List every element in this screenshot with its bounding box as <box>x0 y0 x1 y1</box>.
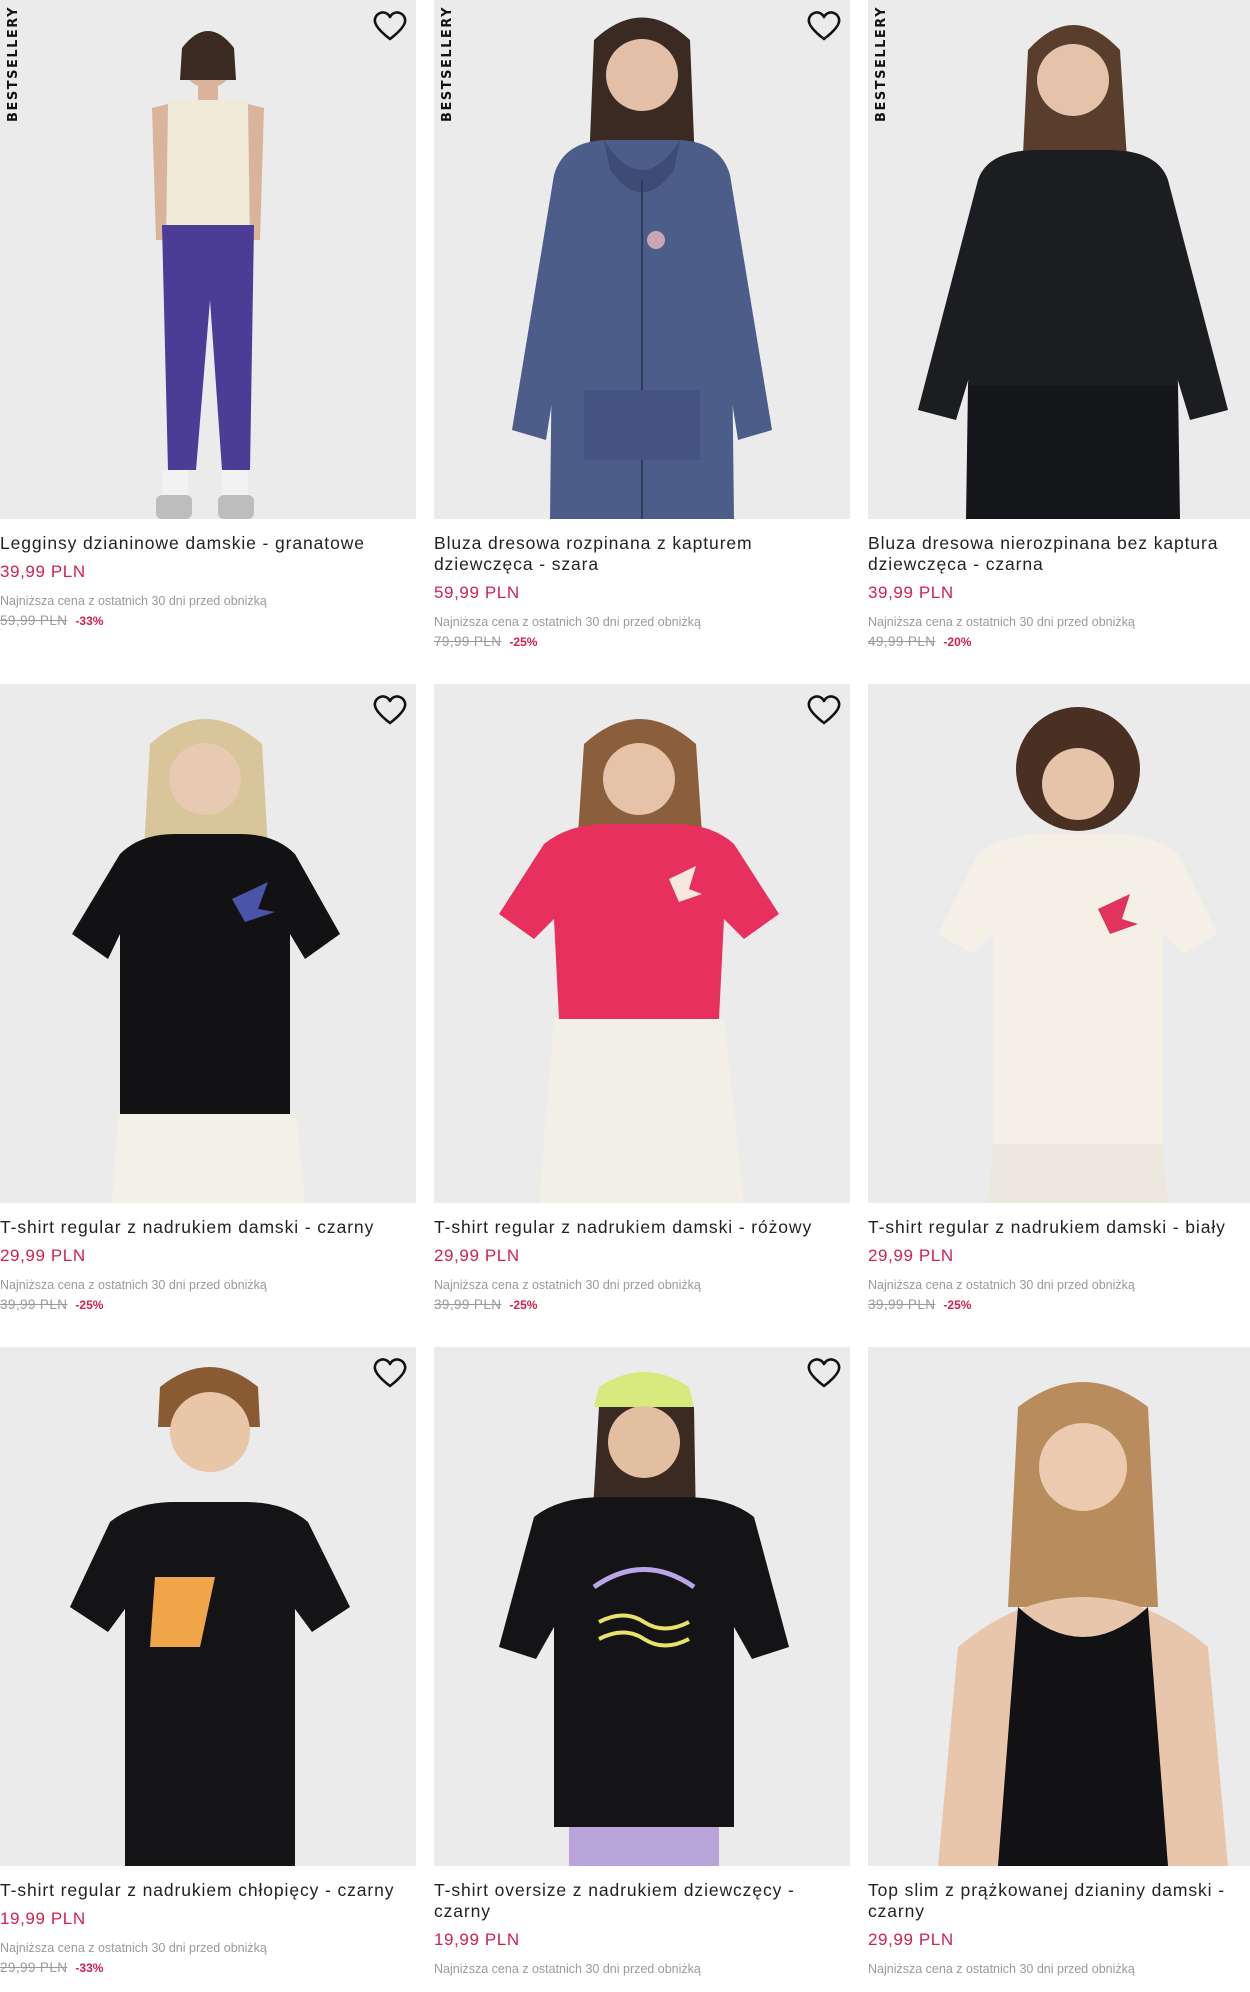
product-price: 39,99 PLN <box>0 562 86 581</box>
product-photo-sweatshirt <box>918 25 1228 519</box>
product-card[interactable]: T-shirt regular z nadrukiem damski - cza… <box>0 684 416 1312</box>
heart-outline-icon <box>373 695 407 725</box>
old-price-line: 39,99 PLN -25% <box>0 1297 416 1312</box>
product-price: 19,99 PLN <box>0 1909 86 1928</box>
favorite-button[interactable] <box>372 692 408 728</box>
old-price: 29,99 PLN <box>0 1960 68 1975</box>
lowest-price-label: Najniższa cena z ostatnich 30 dni przed … <box>434 1278 701 1292</box>
bestseller-badge: BESTSELLERY <box>6 6 21 122</box>
product-image[interactable]: BESTSELLERY <box>868 0 1250 519</box>
old-price: 39,99 PLN <box>0 1297 68 1312</box>
product-name[interactable]: Top slim z prążkowanej dzianiny damski -… <box>868 1880 1250 1922</box>
bestseller-badge: BESTSELLERY <box>874 6 889 122</box>
product-name[interactable]: T-shirt oversize z nadrukiem dziewczęcy … <box>434 1880 850 1922</box>
product-image[interactable]: BESTSELLERY <box>0 0 416 519</box>
product-card[interactable]: BESTSELLERY Legginsy dzianinowe damskie … <box>0 0 416 628</box>
product-photo-leggings <box>152 31 264 519</box>
product-grid: BESTSELLERY Legginsy dzianinowe damskie … <box>0 0 1250 1992</box>
product-photo-top-slim <box>938 1382 1228 1866</box>
product-name[interactable]: T-shirt regular z nadrukiem damski - bia… <box>868 1217 1250 1238</box>
old-price: 39,99 PLN <box>868 1297 936 1312</box>
heart-outline-icon <box>373 1358 407 1388</box>
product-photo-tshirt-pink <box>499 719 779 1203</box>
product-price: 29,99 PLN <box>868 1246 954 1265</box>
product-image[interactable] <box>434 1347 850 1866</box>
product-price: 39,99 PLN <box>868 583 954 602</box>
product-card[interactable]: T-shirt regular z nadrukiem damski - bia… <box>868 684 1250 1312</box>
discount-badge: -25% <box>509 635 538 649</box>
product-name[interactable]: T-shirt regular z nadrukiem damski - cza… <box>0 1217 416 1238</box>
discount-badge: -25% <box>943 1298 972 1312</box>
product-name[interactable]: Bluza dresowa nierozpinana bez kaptura d… <box>868 533 1250 575</box>
lowest-price-label: Najniższa cena z ostatnich 30 dni przed … <box>868 615 1135 629</box>
product-price: 29,99 PLN <box>0 1246 86 1265</box>
lowest-price-label: Najniższa cena z ostatnich 30 dni przed … <box>0 594 267 608</box>
favorite-button[interactable] <box>806 8 842 44</box>
product-name[interactable]: T-shirt regular z nadrukiem chłopięcy - … <box>0 1880 416 1901</box>
lowest-price-label: Najniższa cena z ostatnich 30 dni przed … <box>0 1941 267 1955</box>
heart-outline-icon <box>807 11 841 41</box>
old-price-line: 29,99 PLN -33% <box>0 1960 416 1975</box>
product-card[interactable]: Top slim z prążkowanej dzianiny damski -… <box>868 1347 1250 1976</box>
product-card[interactable]: BESTSELLERY Bluza dresowa nierozpinana b… <box>868 0 1250 649</box>
old-price-line: 39,99 PLN -25% <box>868 1297 1250 1312</box>
product-name[interactable]: Bluza dresowa rozpinana z kapturem dziew… <box>434 533 850 575</box>
favorite-button[interactable] <box>806 692 842 728</box>
product-price: 19,99 PLN <box>434 1930 520 1949</box>
discount-badge: -33% <box>75 1961 104 1975</box>
old-price-line: 39,99 PLN -25% <box>434 1297 850 1312</box>
product-image[interactable] <box>0 684 416 1203</box>
product-photo-tshirt-oversize <box>499 1372 789 1866</box>
old-price: 79,99 PLN <box>434 634 502 649</box>
favorite-button[interactable] <box>372 8 408 44</box>
old-price-line: 79,99 PLN -25% <box>434 634 850 649</box>
product-card[interactable]: T-shirt regular z nadrukiem chłopięcy - … <box>0 1347 416 1975</box>
product-photo-tshirt-boy <box>70 1367 350 1866</box>
lowest-price-label: Najniższa cena z ostatnich 30 dni przed … <box>434 1962 701 1976</box>
product-name[interactable]: T-shirt regular z nadrukiem damski - róż… <box>434 1217 850 1238</box>
product-price: 59,99 PLN <box>434 583 520 602</box>
product-image[interactable] <box>434 684 850 1203</box>
favorite-button[interactable] <box>372 1355 408 1391</box>
old-price-line: 49,99 PLN -20% <box>868 634 1250 649</box>
discount-badge: -25% <box>75 1298 104 1312</box>
heart-outline-icon <box>807 1358 841 1388</box>
product-photo-hoodie <box>512 17 772 519</box>
lowest-price-label: Najniższa cena z ostatnich 30 dni przed … <box>0 1278 267 1292</box>
old-price: 59,99 PLN <box>0 613 68 628</box>
product-card[interactable]: T-shirt regular z nadrukiem damski - róż… <box>434 684 850 1312</box>
lowest-price-label: Najniższa cena z ostatnich 30 dni przed … <box>868 1278 1135 1292</box>
product-image[interactable] <box>868 684 1250 1203</box>
heart-outline-icon <box>373 11 407 41</box>
old-price: 49,99 PLN <box>868 634 936 649</box>
product-name[interactable]: Legginsy dzianinowe damskie - granatowe <box>0 533 416 554</box>
bestseller-badge: BESTSELLERY <box>440 6 455 122</box>
favorite-button[interactable] <box>806 1355 842 1391</box>
product-card[interactable]: T-shirt oversize z nadrukiem dziewczęcy … <box>434 1347 850 1976</box>
discount-badge: -33% <box>75 614 104 628</box>
product-image[interactable] <box>868 1347 1250 1866</box>
heart-outline-icon <box>807 695 841 725</box>
lowest-price-label: Najniższa cena z ostatnich 30 dni przed … <box>434 615 701 629</box>
product-image[interactable] <box>0 1347 416 1866</box>
discount-badge: -25% <box>509 1298 538 1312</box>
old-price-line: 59,99 PLN -33% <box>0 613 416 628</box>
old-price: 39,99 PLN <box>434 1297 502 1312</box>
product-price: 29,99 PLN <box>434 1246 520 1265</box>
product-price: 29,99 PLN <box>868 1930 954 1949</box>
product-photo-tshirt-black <box>72 719 340 1203</box>
lowest-price-label: Najniższa cena z ostatnich 30 dni przed … <box>868 1962 1135 1976</box>
product-image[interactable]: BESTSELLERY <box>434 0 850 519</box>
product-photo-tshirt-white <box>938 707 1218 1203</box>
discount-badge: -20% <box>943 635 972 649</box>
product-card[interactable]: BESTSELLERY Bluza dresowa rozpinana z ka… <box>434 0 850 649</box>
